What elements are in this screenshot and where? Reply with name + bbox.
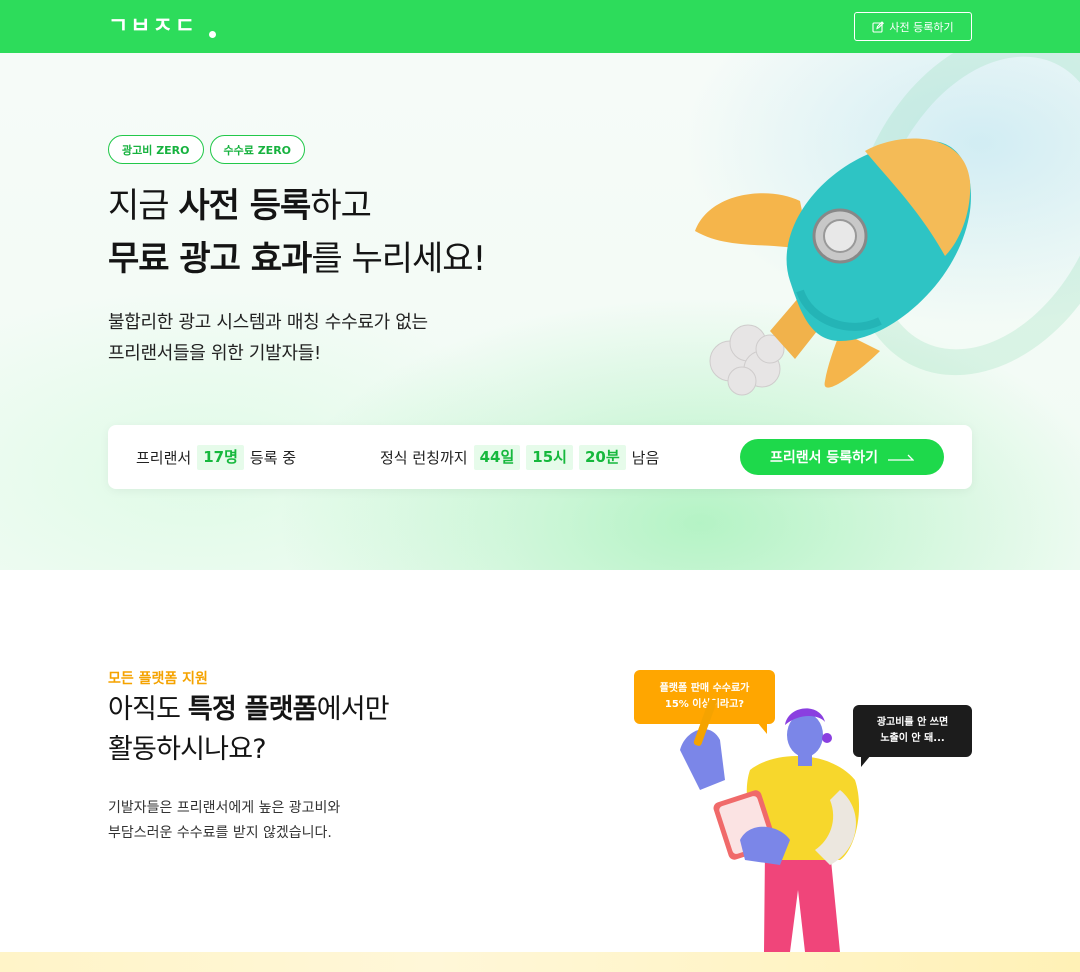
hero-subtitle: 불합리한 광고 시스템과 매칭 수수료가 없는 프리랜서들을 위한 기발자들! xyxy=(108,307,428,369)
freelancer-count: 17명 xyxy=(197,445,244,470)
logo-dot xyxy=(209,31,216,38)
register-label: 프리랜서 등록하기 xyxy=(770,450,878,466)
stat-label: 정식 런칭까지 xyxy=(380,449,468,467)
hero-title: 지금 사전 등록하고 무료 광고 효과를 누리세요! xyxy=(108,180,486,286)
countdown-minutes: 20분 xyxy=(578,445,626,470)
title-emphasis: 사전 등록 xyxy=(178,186,311,226)
stat-label: 프리랜서 xyxy=(136,449,192,467)
edit-icon xyxy=(872,20,885,33)
freelancer-count-stat: 프리랜서 17명 등록 중 xyxy=(136,445,296,470)
badge-fee-zero: 수수료 ZERO xyxy=(209,135,306,164)
title-text: 에서만 xyxy=(316,694,390,725)
freelancer-register-button[interactable]: 프리랜서 등록하기 xyxy=(740,439,944,475)
subtitle-line: 기발자들은 프리랜서에게 높은 광고비와 xyxy=(108,800,341,816)
subtitle-line: 부담스러운 수수료를 받지 않겠습니다. xyxy=(108,825,332,841)
top-header: ㄱㅂㅈㄷ 사전 등록하기 xyxy=(0,0,1080,53)
rocket-illustration xyxy=(695,138,971,396)
pre-register-label: 사전 등록하기 xyxy=(889,20,954,34)
speech-bubble-ads: 광고비를 안 쓰면 노출이 안 돼... xyxy=(853,705,972,767)
pre-register-button[interactable]: 사전 등록하기 xyxy=(854,12,972,41)
countdown-days: 44일 xyxy=(473,445,521,470)
subtitle-line: 불합리한 광고 시스템과 매칭 수수료가 없는 xyxy=(108,312,428,333)
stat-label: 남음 xyxy=(631,449,660,467)
badge-group: 광고비 ZERO 수수료 ZERO xyxy=(108,135,306,164)
bubble-text: 노출이 안 돼... xyxy=(880,733,945,744)
subtitle-line: 프리랜서들을 위한 기발자들! xyxy=(108,343,321,364)
logo-text: ㄱㅂㅈㄷ xyxy=(108,14,197,39)
title-text: 를 누리세요! xyxy=(311,239,486,279)
hero-section: 광고비 ZERO 수수료 ZERO 지금 사전 등록하고 무료 광고 효과를 누… xyxy=(0,53,1080,570)
stats-bar: 프리랜서 17명 등록 중 정식 런칭까지 44일 15시 20분 남음 프리랜… xyxy=(108,425,972,489)
bubble-text: 광고비를 안 쓰면 xyxy=(876,717,949,728)
bottom-strip xyxy=(0,952,1080,972)
countdown-hours: 15시 xyxy=(526,445,573,470)
title-text: 아직도 xyxy=(108,694,188,725)
title-emphasis: 특정 플랫폼 xyxy=(187,694,318,725)
launch-countdown: 정식 런칭까지 44일 15시 20분 남음 xyxy=(380,445,659,470)
arrow-right-icon xyxy=(887,454,914,461)
title-text: 지금 xyxy=(108,186,179,226)
title-text: 활동하시나요? xyxy=(108,734,267,765)
stat-label: 등록 중 xyxy=(249,449,297,467)
title-emphasis: 무료 광고 효과 xyxy=(108,239,312,279)
smoke-cloud xyxy=(709,324,785,396)
person-illustration xyxy=(680,700,860,952)
platform-section: 모든 플랫폼 지원 아직도 특정 플랫폼에서만 활동하시나요? 기발자들은 프리… xyxy=(0,570,1080,952)
section-subtitle: 기발자들은 프리랜서에게 높은 광고비와 부담스러운 수수료를 받지 않겠습니다… xyxy=(108,796,340,846)
badge-ad-zero: 광고비 ZERO xyxy=(108,135,204,164)
section-eyebrow: 모든 플랫폼 지원 xyxy=(108,671,208,687)
bubble-text: 플랫폼 판매 수수료가 xyxy=(659,683,750,694)
logo[interactable]: ㄱㅂㅈㄷ xyxy=(108,14,218,40)
section-title: 아직도 특정 플랫폼에서만 활동하시나요? xyxy=(108,690,390,770)
title-text: 하고 xyxy=(310,186,372,226)
